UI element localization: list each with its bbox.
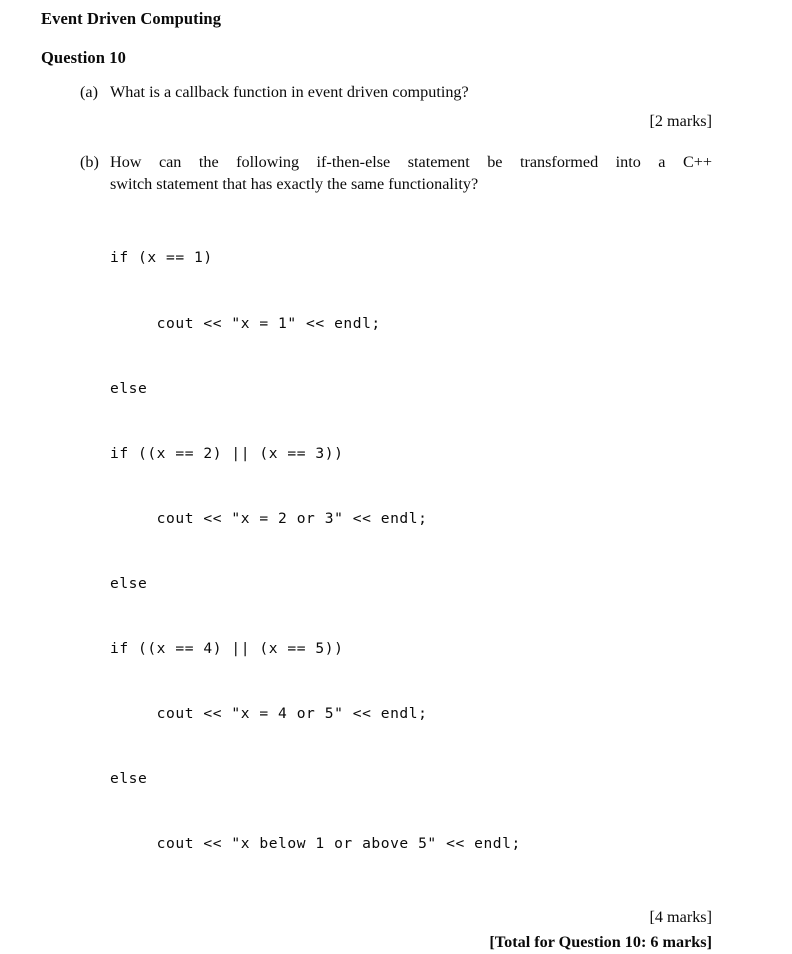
code-line: cout << "x below 1 or above 5" << endl;: [110, 835, 521, 853]
part-b-marks: [4 marks]: [649, 907, 712, 926]
code-line: else: [110, 379, 148, 397]
part-a-label: (a): [80, 83, 98, 101]
document-title: Event Driven Computing: [41, 9, 222, 28]
question-heading: Question 10: [41, 47, 126, 67]
code-line: else: [110, 574, 148, 592]
part-b-text: How can the following if-then-else state…: [110, 152, 712, 195]
part-b-text-line-2: switch statement that has exactly the sa…: [110, 174, 479, 193]
code-line: if (x == 1): [110, 249, 213, 267]
code-line: cout << "x = 2 or 3" << endl;: [110, 509, 428, 527]
part-b-label: (b): [80, 153, 99, 171]
code-line: if ((x == 4) || (x == 5)): [110, 640, 344, 658]
code-listing: if (x == 1) cout << "x = 1" << endl; els…: [110, 204, 712, 899]
question-part-a: (a) What is a callback function in event…: [80, 82, 712, 104]
total-marks: [Total for Question 10: 6 marks]: [489, 933, 712, 951]
code-line: else: [110, 770, 148, 788]
question-part-b: (b) How can the following if-then-else s…: [80, 152, 712, 195]
code-line: cout << "x = 4 or 5" << endl;: [110, 705, 428, 723]
part-a-text: What is a callback function in event dri…: [110, 83, 469, 101]
part-a-marks: [2 marks]: [649, 111, 712, 130]
code-line: cout << "x = 1" << endl;: [110, 314, 381, 332]
document-page: Event Driven Computing Question 10 (a) W…: [41, 0, 712, 951]
part-b-text-line-1: How can the following if-then-else state…: [110, 153, 712, 171]
code-line: if ((x == 2) || (x == 3)): [110, 444, 344, 462]
